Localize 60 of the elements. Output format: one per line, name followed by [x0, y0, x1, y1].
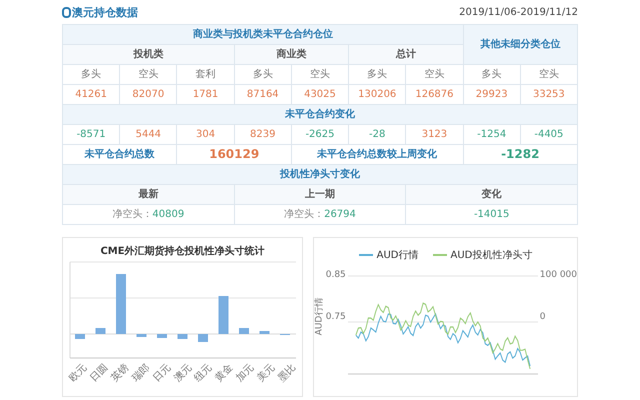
- section-title: 澳元持仓数据: [62, 4, 138, 20]
- tick-label: 0.75: [326, 312, 346, 322]
- bar: [198, 334, 208, 342]
- date-range: 2019/11/06-2019/11/12: [459, 6, 578, 18]
- column-header: 变化: [406, 185, 578, 205]
- column-header: 空头: [120, 65, 178, 85]
- column-header: 多头: [349, 65, 406, 85]
- table-cell: 304: [177, 125, 235, 145]
- table-cell: 净空头：40809: [63, 205, 235, 225]
- bar: [177, 334, 188, 339]
- bar: [95, 328, 106, 334]
- column-header: 多头: [63, 65, 120, 85]
- column-header: 空头: [520, 65, 578, 85]
- table-cell: 5444: [120, 125, 178, 145]
- axis-label: 黄金: [212, 361, 236, 386]
- tick-label: 100 000: [540, 270, 577, 280]
- axis-label: 墨比: [275, 361, 300, 386]
- legend-item: AUD投机性净头寸: [432, 248, 532, 262]
- table-cell: 净空头：26794: [234, 205, 406, 225]
- tick-label: 0: [540, 312, 547, 322]
- table-cell: 8239: [234, 125, 292, 145]
- table-cell: -4405: [520, 125, 578, 145]
- bar: [136, 334, 146, 337]
- column-header: 空头: [406, 65, 464, 85]
- table-cell: -14015: [406, 205, 578, 225]
- column-header: 上一期: [234, 185, 406, 205]
- table-header: 商业类与投机类未平仓合约仓位: [63, 25, 464, 45]
- bar: [259, 331, 270, 334]
- bar: [116, 274, 126, 334]
- table-cell: -1254: [464, 125, 521, 145]
- bar: [238, 328, 249, 334]
- axis-label: 澳元: [171, 361, 194, 386]
- column-header: 套利: [177, 65, 235, 85]
- column-header: 商业类: [234, 45, 350, 65]
- bar: [156, 334, 167, 338]
- chart-title: CME外汇期货持仓投机性净头寸统计: [100, 244, 265, 258]
- bar: [218, 296, 228, 334]
- tick-label: 0.85: [326, 270, 346, 280]
- axis-label: 加元: [234, 361, 257, 386]
- table-header: 其他未细分类仓位: [464, 25, 578, 65]
- axis-title: AUD行情: [313, 298, 326, 336]
- table-cell: -2625: [292, 125, 350, 145]
- column-header: 最新: [63, 185, 235, 205]
- table-header: 未平仓合约变化: [63, 105, 578, 125]
- table-header: 投机性净头寸变化: [63, 165, 578, 185]
- axis-label: 美元: [254, 361, 278, 386]
- axis-label: 欧元: [66, 361, 90, 386]
- column-header: 总计: [349, 45, 464, 65]
- table-cell: 3123: [406, 125, 464, 145]
- axis-label: 日圆: [87, 361, 110, 386]
- column-header: 空头: [292, 65, 350, 85]
- column-header: 投机类: [63, 45, 235, 65]
- legend-item: AUD行情: [358, 248, 419, 262]
- column-header: 多头: [464, 65, 521, 85]
- axis-label: 英镑: [108, 361, 132, 386]
- bar: [74, 334, 85, 339]
- axis-label: 纽元: [192, 361, 215, 386]
- table-cell: -8571: [63, 125, 120, 145]
- column-header: 多头: [234, 65, 292, 85]
- table-cell: -28: [349, 125, 406, 145]
